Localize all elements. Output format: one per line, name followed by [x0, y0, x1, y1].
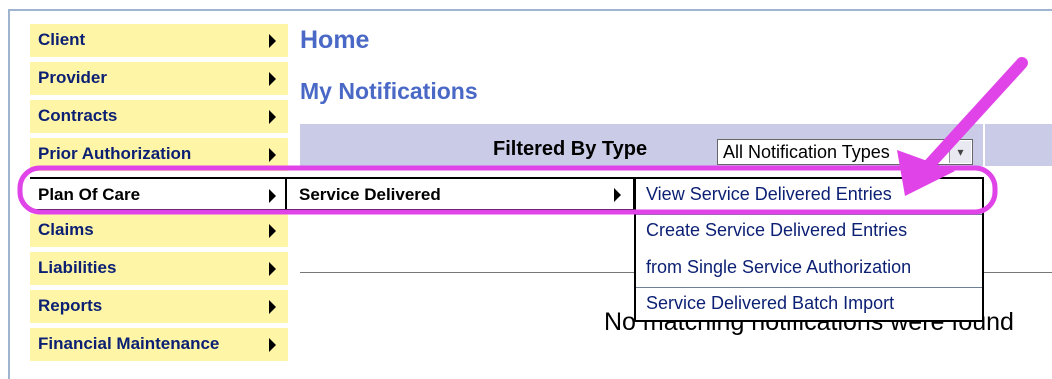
submenu-service-delivered[interactable]: Service Delivered — [285, 177, 635, 211]
chevron-down-icon[interactable]: ▾ — [949, 141, 971, 163]
chevron-right-icon — [269, 189, 276, 203]
menu-item-label: Financial Maintenance — [38, 334, 220, 353]
menu-item-label: Create Service Delivered Entries — [646, 220, 908, 240]
chevron-right-icon — [269, 224, 276, 238]
menu-item-create-service-delivered[interactable]: Create Service Delivered Entries from Si… — [636, 215, 982, 287]
menu-item-label-line2: from Single Service Authorization — [646, 257, 912, 277]
menu-item-label: Prior Authorization — [38, 144, 192, 163]
chevron-right-icon — [269, 34, 276, 48]
menu-item-label: Liabilities — [38, 258, 117, 277]
submenu-service-delivered-options: View Service Delivered Entries Create Se… — [634, 177, 984, 322]
page-title: Home — [300, 26, 370, 54]
menu-item-batch-import[interactable]: Service Delivered Batch Import — [636, 288, 982, 324]
menu-item-label: Claims — [38, 220, 94, 239]
menu-item-label: Provider — [38, 68, 107, 87]
chevron-right-icon — [269, 110, 276, 124]
menu-item-contracts[interactable]: Contracts — [30, 100, 288, 134]
chevron-right-icon — [269, 338, 276, 352]
menu-item-prior-authorization[interactable]: Prior Authorization — [30, 138, 288, 172]
filter-bar-divider — [983, 124, 985, 166]
menu-item-financial-maintenance[interactable]: Financial Maintenance — [30, 328, 288, 362]
notifications-heading: My Notifications — [300, 78, 478, 104]
menu-item-plan-of-care[interactable]: Plan Of Care — [30, 177, 288, 211]
menu-item-view-service-delivered[interactable]: View Service Delivered Entries — [636, 179, 982, 215]
menu-item-client[interactable]: Client — [30, 24, 288, 58]
menu-item-label: Reports — [38, 296, 103, 315]
submenu-label: Service Delivered — [299, 185, 441, 204]
menu-item-label: Plan Of Care — [38, 185, 141, 204]
menu-item-claims[interactable]: Claims — [30, 214, 288, 248]
chevron-right-icon — [269, 72, 276, 86]
menu-item-label: View Service Delivered Entries — [646, 184, 892, 204]
chevron-right-icon — [269, 148, 276, 162]
menu-item-reports[interactable]: Reports — [30, 290, 288, 324]
chevron-right-icon — [614, 188, 621, 202]
filter-label: Filtered By Type — [493, 138, 648, 160]
menu-item-provider[interactable]: Provider — [30, 62, 288, 96]
menu-item-label: Service Delivered Batch Import — [646, 293, 895, 313]
menu-item-label: Contracts — [38, 106, 118, 125]
menu-item-label: Client — [38, 30, 86, 49]
notification-type-value: All Notification Types — [723, 142, 890, 162]
menu-item-liabilities[interactable]: Liabilities — [30, 252, 288, 286]
notification-type-select[interactable]: All Notification Types ▾ — [717, 139, 973, 165]
chevron-right-icon — [269, 300, 276, 314]
chevron-right-icon — [269, 262, 276, 276]
